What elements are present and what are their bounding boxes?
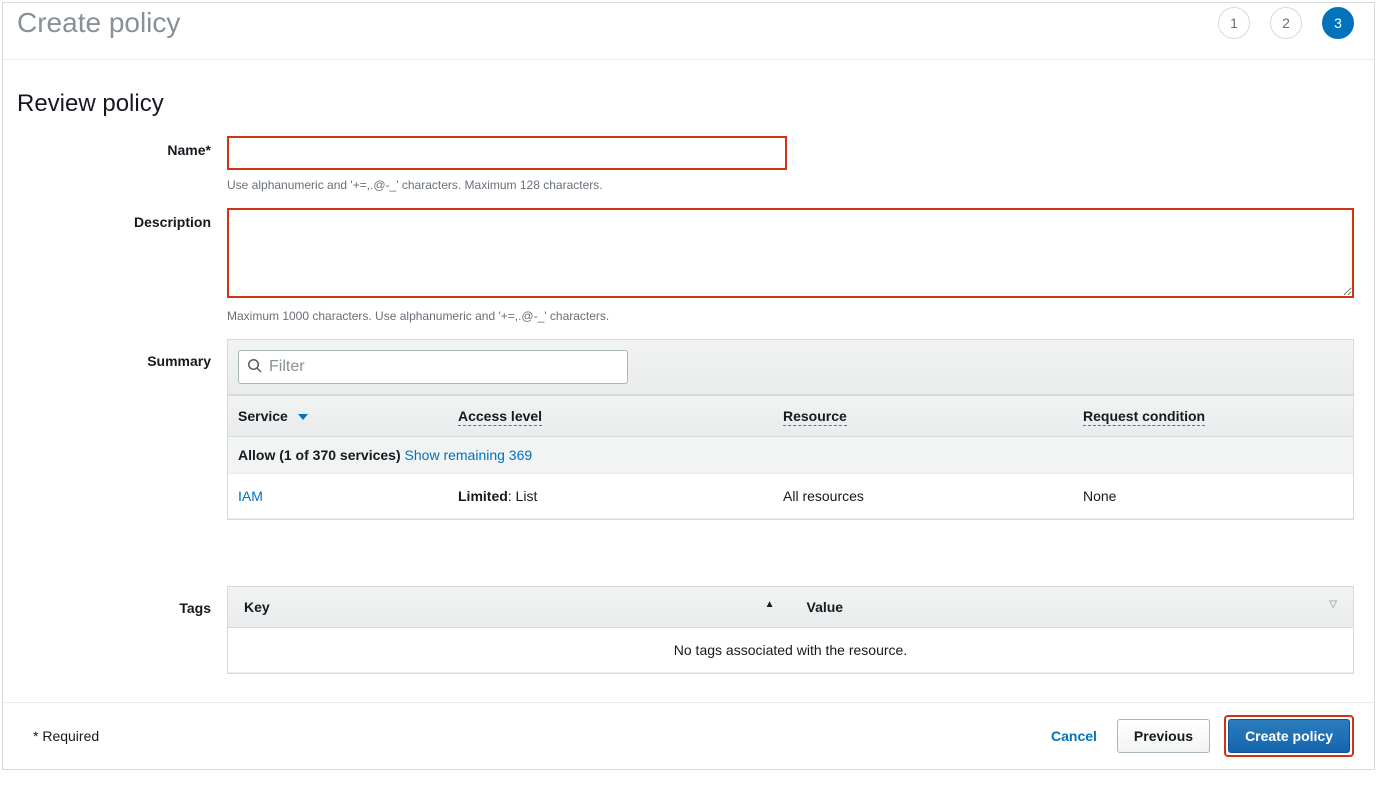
summary-filter-bar [228, 340, 1353, 395]
wizard-step-2[interactable]: 2 [1270, 7, 1302, 39]
summary-data-row: IAM Limited: List All resources None [228, 474, 1353, 519]
page-title: Create policy [17, 7, 180, 39]
search-icon [247, 358, 263, 377]
tags-col-value[interactable]: Value ▽ [791, 587, 1354, 628]
name-field: Use alphanumeric and '+=,.@-_' character… [227, 136, 1354, 192]
description-field: Maximum 1000 characters. Use alphanumeri… [227, 208, 1354, 323]
summary-access-rest: : List [508, 488, 538, 504]
wizard-step-3[interactable]: 3 [1322, 7, 1354, 39]
show-remaining-link[interactable]: Show remaining 369 [405, 447, 533, 463]
summary-access-bold: Limited [458, 488, 508, 504]
description-label: Description [3, 208, 227, 230]
name-input[interactable] [227, 136, 787, 170]
name-label: Name* [3, 136, 227, 158]
summary-col-access-label: Access level [458, 408, 542, 426]
form-container: Name* Use alphanumeric and '+=,.@-_' cha… [3, 128, 1374, 702]
description-input[interactable] [227, 208, 1354, 298]
description-hint: Maximum 1000 characters. Use alphanumeri… [227, 309, 1354, 323]
tags-empty-message: No tags associated with the resource. [228, 628, 1353, 673]
summary-service-link[interactable]: IAM [238, 488, 263, 504]
footer-actions: Cancel Previous Create policy [1045, 715, 1354, 757]
section-title: Review policy [3, 60, 1374, 128]
name-row: Name* Use alphanumeric and '+=,.@-_' cha… [3, 128, 1374, 200]
tags-col-key-label: Key [244, 599, 270, 615]
summary-access-cell: Limited: List [448, 474, 773, 519]
summary-filter-wrap [238, 350, 628, 384]
summary-resource-cell: All resources [773, 474, 1073, 519]
wizard-steps: 1 2 3 [1218, 7, 1354, 39]
previous-button[interactable]: Previous [1117, 719, 1210, 753]
cancel-button[interactable]: Cancel [1045, 720, 1103, 752]
summary-col-request-condition[interactable]: Request condition [1073, 396, 1353, 437]
summary-filter-input[interactable] [263, 357, 619, 377]
summary-col-resource[interactable]: Resource [773, 396, 1073, 437]
summary-col-service-label: Service [238, 408, 288, 424]
summary-table: Service Access level Resource [228, 395, 1353, 519]
summary-box: Service Access level Resource [227, 339, 1354, 520]
sort-caret-down-icon [298, 408, 308, 424]
description-row: Description Maximum 1000 characters. Use… [3, 200, 1374, 331]
required-note: * Required [33, 728, 99, 744]
page-container: Create policy 1 2 3 Review policy Name* … [2, 2, 1375, 770]
tags-label: Tags [3, 586, 227, 616]
wizard-step-1[interactable]: 1 [1218, 7, 1250, 39]
summary-col-condition-label: Request condition [1083, 408, 1205, 426]
summary-allow-row: Allow (1 of 370 services) Show remaining… [228, 437, 1353, 474]
footer: * Required Cancel Previous Create policy [3, 702, 1374, 769]
tags-box: Key ▲ Value ▽ No tags associated with th… [227, 586, 1354, 674]
sort-desc-icon: ▽ [1329, 599, 1337, 610]
summary-row: Summary Service [3, 331, 1374, 528]
summary-col-access-level[interactable]: Access level [448, 396, 773, 437]
tags-table: Key ▲ Value ▽ No tags associated with th… [228, 587, 1353, 673]
wizard-header: Create policy 1 2 3 [3, 3, 1374, 60]
summary-label: Summary [3, 339, 227, 369]
allow-prefix: Allow (1 of 370 services) [238, 447, 405, 463]
summary-col-service[interactable]: Service [228, 396, 448, 437]
sort-asc-icon: ▲ [765, 599, 775, 610]
name-hint: Use alphanumeric and '+=,.@-_' character… [227, 178, 1354, 192]
summary-condition-cell: None [1073, 474, 1353, 519]
tags-col-key[interactable]: Key ▲ [228, 587, 791, 628]
summary-col-resource-label: Resource [783, 408, 847, 426]
create-policy-button[interactable]: Create policy [1228, 719, 1350, 753]
create-button-highlight: Create policy [1224, 715, 1354, 757]
tags-row: Tags Key ▲ Value ▽ [3, 578, 1374, 702]
tags-col-value-label: Value [807, 599, 844, 615]
